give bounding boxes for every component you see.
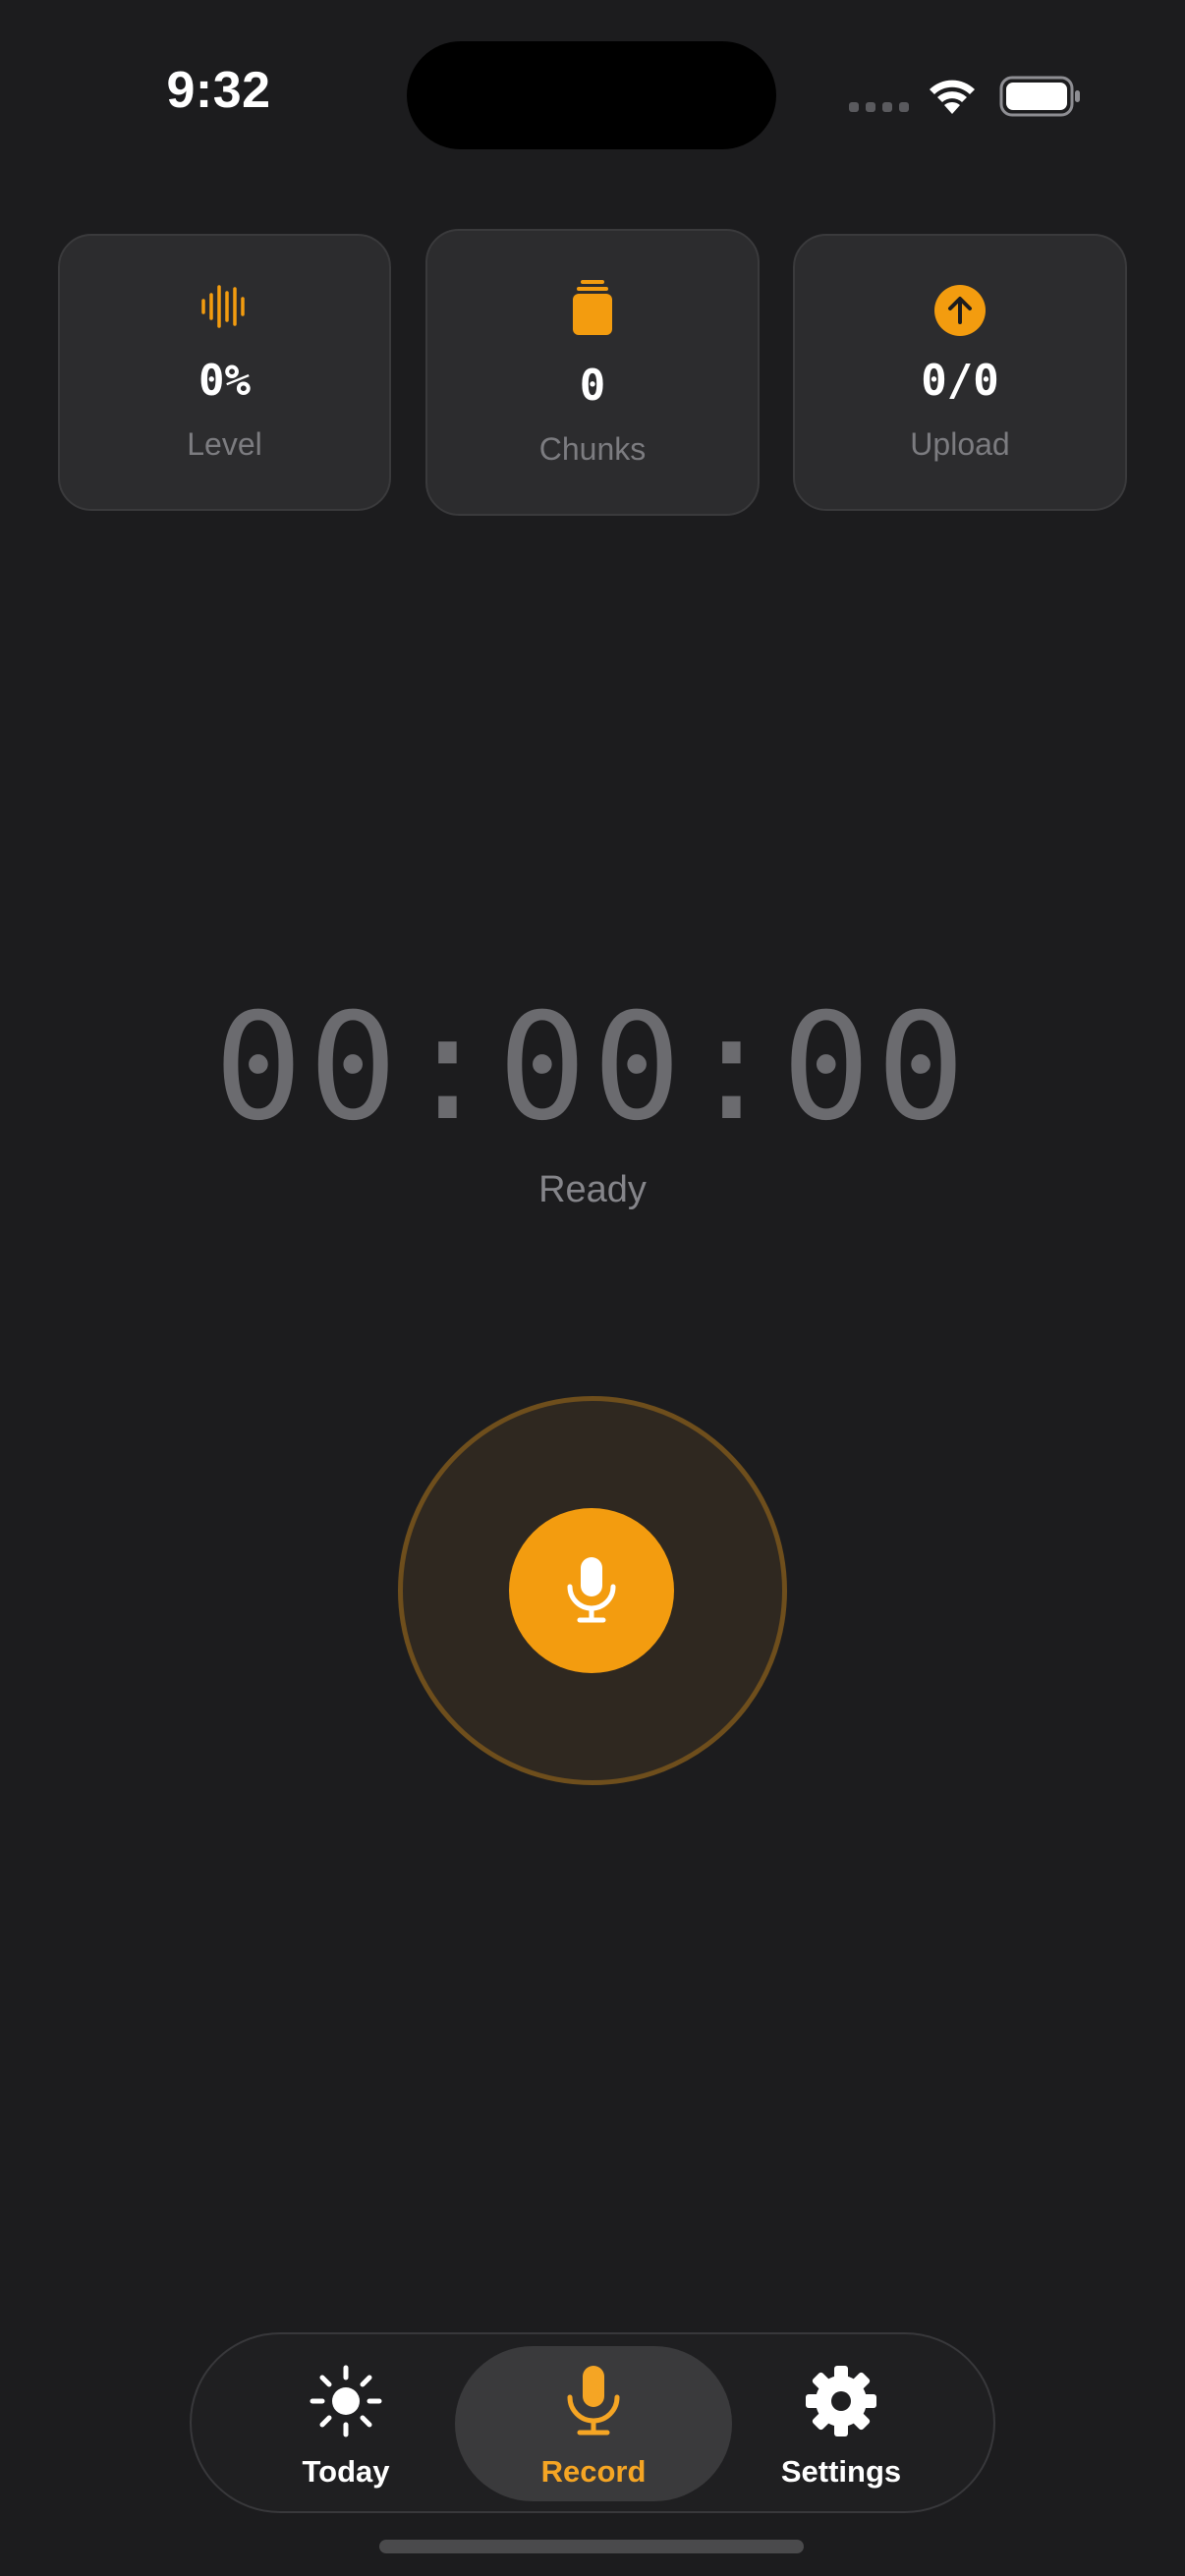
tab-bar: Today Record Settings: [190, 2332, 995, 2513]
upload-label: Upload: [910, 426, 1010, 462]
upload-value: 0/0: [921, 356, 999, 406]
microphone-icon: [567, 1557, 616, 1623]
level-label: Level: [187, 426, 262, 462]
arrow-up-circle-icon: [934, 285, 986, 336]
sun-icon: [310, 2365, 382, 2437]
wifi-icon: [930, 80, 975, 114]
chunks-value: 0: [579, 361, 606, 411]
microphone-icon: [567, 2366, 620, 2436]
record-screen: 9:32 0% Level 0 Chunks 0/0 Upload 00:00:…: [0, 0, 1185, 2576]
waveform-icon: [200, 285, 245, 328]
tab-today[interactable]: Today: [207, 2346, 484, 2501]
level-value: 0%: [198, 356, 251, 406]
tab-today-label: Today: [302, 2454, 390, 2489]
status-time: 9:32: [166, 62, 271, 119]
tab-record[interactable]: Record: [455, 2346, 732, 2501]
upload-card: 0/0 Upload: [793, 234, 1127, 511]
tab-settings-label: Settings: [780, 2454, 902, 2489]
recording-status: Ready: [538, 1169, 647, 1210]
chunks-card: 0 Chunks: [425, 229, 760, 516]
record-button[interactable]: [509, 1508, 674, 1673]
tab-settings[interactable]: Settings: [703, 2346, 980, 2501]
battery-icon: [999, 76, 1080, 117]
tab-record-label: Record: [540, 2454, 647, 2489]
home-indicator[interactable]: [379, 2540, 804, 2553]
cellular-signal-icon: [849, 102, 909, 112]
gear-icon: [806, 2366, 876, 2436]
chunks-label: Chunks: [538, 431, 647, 467]
level-card: 0% Level: [58, 234, 391, 511]
stack-icon: [573, 280, 612, 335]
elapsed-timer: 00:00:00: [213, 982, 972, 1153]
dynamic-island: [407, 41, 776, 149]
